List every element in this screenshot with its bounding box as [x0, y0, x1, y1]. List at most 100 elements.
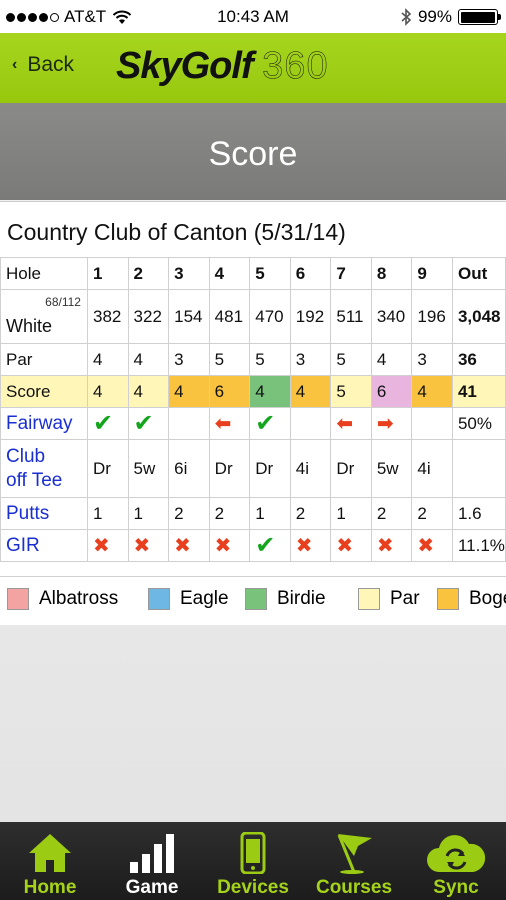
checkmark-icon: ✔	[92, 410, 114, 437]
hole-score: 4	[411, 375, 453, 408]
hole-number: 9	[411, 257, 453, 290]
hole-number: 5	[249, 257, 291, 290]
hole-score: 4	[168, 375, 210, 408]
out-label: Out	[451, 257, 506, 290]
hole-club: Dr	[86, 439, 129, 498]
fairway-label: Fairway	[0, 407, 88, 440]
home-icon	[27, 830, 73, 874]
hole-putts: 2	[208, 497, 251, 530]
hole-fairway	[411, 407, 453, 440]
app-header: ‹ Back SkyGolf 360	[0, 33, 506, 103]
miss-x-icon: ✖	[336, 535, 354, 557]
tab-label: Devices	[217, 877, 289, 898]
hole-yardage: 192	[289, 289, 332, 344]
back-button[interactable]: ‹ Back	[12, 53, 74, 77]
club-label-line-2: off Tee	[6, 469, 63, 491]
legend-item-bogey: Bogey	[437, 588, 506, 610]
checkmark-icon: ✔	[255, 410, 276, 437]
hole-fairway: ⬅	[330, 407, 372, 440]
skygolf-logo: SkyGolf 360	[116, 45, 329, 88]
miss-x-icon: ✖	[174, 535, 191, 557]
hole-fairway	[289, 407, 332, 440]
hole-par: 4	[370, 343, 413, 376]
hole-fairway: ✔	[86, 407, 129, 440]
battery-icon	[458, 9, 501, 25]
legend-item-birdie: Birdie	[245, 588, 326, 610]
battery-percent: 99%	[417, 7, 452, 26]
row-hole: Hole 1 2 3 4 5 6 7 8 9 Out	[0, 257, 506, 290]
bluetooth-icon	[401, 8, 412, 26]
tab-home[interactable]: Home	[0, 822, 100, 900]
hole-yardage: 382	[86, 289, 129, 344]
tab-devices[interactable]: Devices	[203, 822, 303, 900]
hole-fairway	[168, 407, 210, 440]
hole-score: 6	[208, 375, 251, 408]
hole-number: 3	[168, 257, 210, 290]
hole-yardage: 322	[127, 289, 170, 344]
hole-yardage: 340	[370, 289, 413, 344]
hole-club: 6i	[168, 439, 210, 498]
legend-swatch	[245, 588, 267, 610]
page-title: Score	[208, 135, 298, 173]
legend-item-par: Par	[358, 588, 420, 610]
tab-label: Game	[125, 877, 179, 898]
legend-label: Birdie	[277, 588, 326, 609]
miss-x-icon: ✖	[295, 535, 313, 557]
status-bar: AT&T 10:43 AM 99%	[0, 0, 506, 33]
hole-par: 3	[411, 343, 453, 376]
hole-score: 4	[127, 375, 170, 408]
hole-club: Dr	[330, 439, 372, 498]
hole-putts: 1	[249, 497, 291, 530]
out-putts: 1.6	[451, 497, 506, 530]
miss-x-icon: ✖	[376, 535, 394, 557]
hole-fairway: ⬅	[208, 407, 251, 440]
hole-fairway: ➡	[370, 407, 413, 440]
tab-game[interactable]: Game	[102, 822, 202, 900]
row-club-off-tee: Club off Tee Dr 5w 6i Dr Dr 4i Dr 5w 4i	[0, 439, 506, 498]
hole-club: 5w	[127, 439, 170, 498]
tab-label: Courses	[315, 877, 393, 898]
score-label: Score	[0, 375, 88, 408]
hole-putts: 2	[370, 497, 413, 530]
hole-gir: ✖	[208, 529, 251, 562]
hole-yardage: 154	[168, 289, 210, 344]
hole-score: 4	[249, 375, 291, 408]
out-gir: 11.1%	[451, 529, 506, 562]
hole-yardage: 470	[249, 289, 291, 344]
legend-swatch	[148, 588, 170, 610]
hole-number: 7	[330, 257, 372, 290]
hole-putts: 2	[289, 497, 332, 530]
hole-club: 5w	[370, 439, 413, 498]
hole-yardage: 481	[208, 289, 251, 344]
hole-fairway: ✔	[127, 407, 170, 440]
legend-swatch	[437, 588, 459, 610]
course-rating: 68/112	[45, 295, 81, 309]
hole-fairway: ✔	[249, 407, 291, 440]
flag-icon	[332, 830, 376, 874]
tab-courses[interactable]: Courses	[304, 822, 404, 900]
hole-yardage: 511	[330, 289, 372, 344]
row-gir: GIR ✖ ✖ ✖ ✖ ✔ ✖ ✖ ✖ ✖ 11.1%	[0, 529, 506, 562]
hole-gir: ✖	[330, 529, 372, 562]
hole-par: 5	[208, 343, 251, 376]
hole-score: 4	[289, 375, 332, 408]
phone-icon	[240, 830, 266, 874]
arrow-left-icon: ⬅	[336, 413, 354, 435]
checkmark-icon: ✔	[133, 410, 154, 437]
hole-club: Dr	[249, 439, 291, 498]
cloud-sync-icon	[425, 830, 487, 874]
hole-putts: 1	[86, 497, 129, 530]
miss-x-icon: ✖	[417, 535, 435, 557]
hole-club: Dr	[208, 439, 251, 498]
hole-club: 4i	[411, 439, 453, 498]
scorecard-card: Country Club of Canton (5/31/14) Hole 12…	[0, 201, 506, 625]
title-bar: Score	[0, 103, 506, 200]
tab-sync[interactable]: Sync	[406, 822, 506, 900]
hole-score: 4	[86, 375, 129, 408]
hole-gir: ✖	[289, 529, 332, 562]
legend-label: Bogey	[469, 588, 506, 609]
hole-par: 3	[168, 343, 210, 376]
hole-number: 2	[127, 257, 170, 290]
hole-par: 4	[127, 343, 170, 376]
tab-label: Sync	[433, 877, 479, 898]
